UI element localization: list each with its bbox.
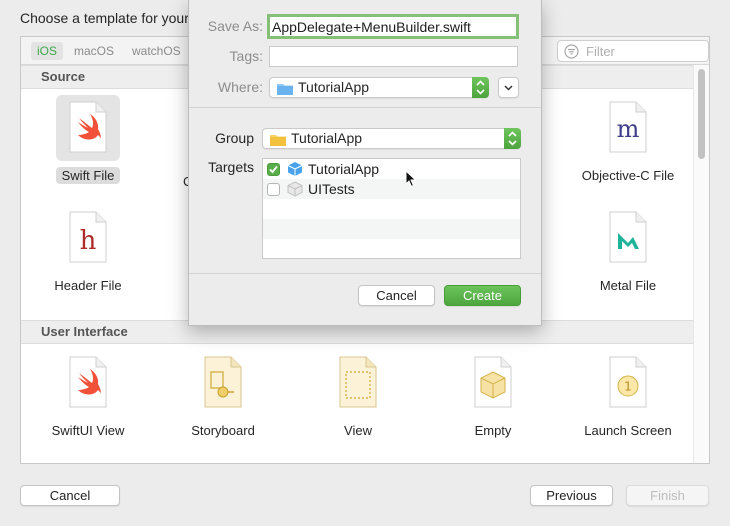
svg-text:h: h: [80, 226, 97, 256]
objc-m-icon: m: [596, 95, 660, 161]
sheet-cancel-button[interactable]: Cancel: [358, 285, 435, 306]
finish-button[interactable]: Finish: [626, 485, 709, 506]
up-down-chevron-icon: [476, 80, 485, 95]
template-label: Header File: [54, 278, 122, 293]
filter-icon: [564, 44, 579, 59]
target-empty-row: [263, 219, 520, 239]
previous-button[interactable]: Previous: [530, 485, 613, 506]
empty-cube-icon: [461, 350, 525, 416]
where-popup[interactable]: TutorialApp: [269, 77, 489, 98]
where-label: Where:: [217, 79, 263, 95]
app-target-icon: [287, 162, 303, 176]
tab-macos[interactable]: macOS: [68, 42, 120, 60]
chevron-down-icon: [504, 85, 513, 91]
template-swiftui-view[interactable]: SwiftUI View: [23, 350, 153, 439]
target-checkbox[interactable]: [267, 183, 280, 196]
folder-icon: [277, 84, 293, 95]
filter-input[interactable]: [584, 43, 704, 59]
template-metal-file[interactable]: Metal File: [563, 205, 693, 294]
template-label: SwiftUI View: [51, 423, 125, 438]
filter-field[interactable]: [557, 40, 709, 62]
cancel-button[interactable]: Cancel: [20, 485, 120, 506]
targets-list: TutorialApp UITests: [262, 158, 521, 259]
target-label: TutorialApp: [308, 161, 380, 177]
sheet-divider: [189, 273, 541, 274]
save-as-field[interactable]: [267, 14, 519, 39]
dialog-header-text: Choose a template for your: [20, 10, 189, 26]
checkmark-icon: [269, 165, 278, 174]
template-objective-c-file[interactable]: m Objective-C File: [563, 95, 693, 184]
swift-file-icon: [56, 95, 120, 161]
group-popup[interactable]: TutorialApp: [262, 128, 521, 149]
template-label: Objective-C File: [581, 168, 675, 183]
svg-text:m: m: [617, 115, 640, 143]
tab-watchos[interactable]: watchOS: [126, 42, 187, 60]
template-partial-hidden[interactable]: C: [161, 95, 191, 190]
group-value: TutorialApp: [291, 130, 363, 146]
targets-label: Targets: [208, 159, 254, 175]
where-value: TutorialApp: [298, 79, 370, 95]
template-storyboard[interactable]: Storyboard: [158, 350, 288, 439]
template-header-file[interactable]: h Header File: [23, 205, 153, 294]
expand-button[interactable]: [498, 77, 519, 98]
vertical-scrollbar[interactable]: [693, 65, 709, 463]
tab-ios[interactable]: iOS: [31, 42, 64, 60]
target-row-tutorialapp[interactable]: TutorialApp: [263, 159, 520, 179]
group-label: Group: [215, 130, 254, 146]
where-stepper[interactable]: [472, 77, 489, 98]
storyboard-icon: [191, 350, 255, 416]
swiftui-icon: [56, 350, 120, 416]
save-as-label: Save As:: [207, 18, 263, 34]
template-label: Launch Screen: [584, 423, 672, 438]
test-target-icon: [287, 181, 303, 197]
target-row-uitests[interactable]: UITests: [263, 179, 520, 199]
metal-icon: [596, 205, 660, 271]
view-icon: [326, 350, 390, 416]
target-empty-row: [263, 199, 520, 219]
header-h-icon: h: [56, 205, 120, 271]
mouse-cursor-icon: [405, 170, 417, 188]
folder-icon: [270, 135, 286, 146]
template-empty[interactable]: Empty: [428, 350, 558, 439]
target-label: UITests: [308, 181, 355, 197]
up-down-chevron-icon: [508, 131, 517, 146]
template-label: Metal File: [599, 278, 657, 293]
template-launch-screen[interactable]: 1 Launch Screen: [563, 350, 693, 439]
target-checkbox[interactable]: [267, 163, 280, 176]
group-stepper[interactable]: [504, 128, 521, 149]
template-label: Empty: [474, 423, 512, 438]
target-empty-row: [263, 239, 520, 258]
sheet-divider: [189, 107, 541, 108]
create-button[interactable]: Create: [444, 285, 521, 306]
template-label: View: [344, 423, 372, 438]
template-label: Storyboard: [191, 423, 255, 438]
scrollbar-thumb[interactable]: [698, 69, 705, 159]
svg-text:1: 1: [624, 380, 632, 394]
save-sheet: Save As: Tags: Where: TutorialApp Group …: [188, 0, 542, 326]
template-swift-file[interactable]: Swift File: [23, 95, 153, 184]
template-partial-label: C: [161, 173, 191, 190]
tags-field[interactable]: [269, 46, 518, 67]
launch-screen-icon: 1: [596, 350, 660, 416]
tags-label: Tags:: [229, 48, 263, 64]
template-label: Swift File: [55, 167, 121, 184]
template-view[interactable]: View: [293, 350, 423, 439]
